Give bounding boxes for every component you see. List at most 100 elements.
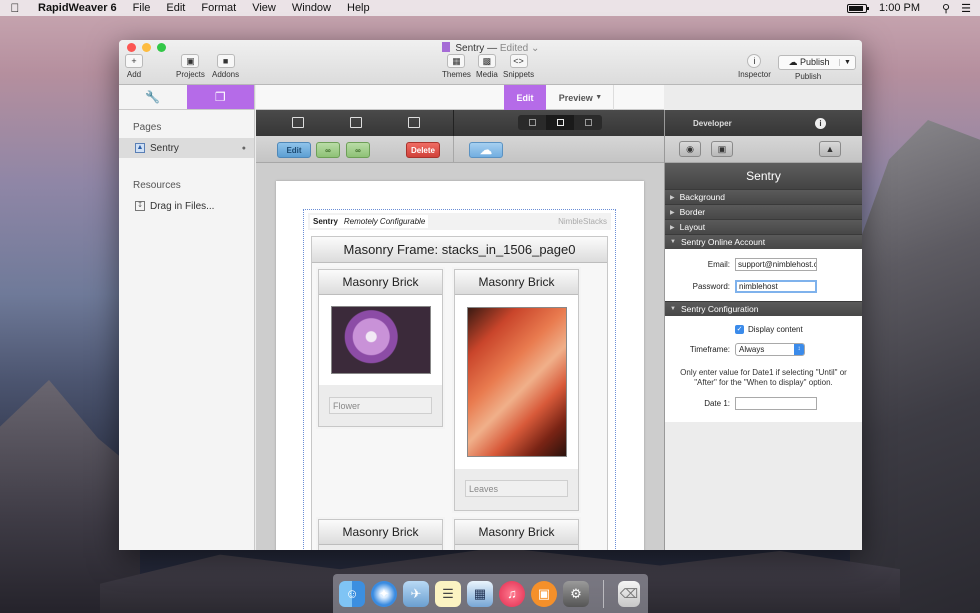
trash-icon[interactable]: ⌫ [618,580,640,607]
password-field[interactable]: nimblehost [735,279,817,293]
flower-image[interactable] [330,306,431,374]
menu-window[interactable]: Window [284,2,339,14]
inspector-title: Sentry [665,163,862,189]
window-titlebar: Sentry — Edited ⌄ + Add ▣ Projects ■ Add… [119,40,862,85]
mail-icon[interactable]: ✈ [403,580,429,607]
date-help-note: Only enter value for Date1 if selecting … [680,368,847,387]
preview-app-icon[interactable]: ▦ [467,580,493,607]
disclosure-right-icon: ▶ [670,194,675,201]
masonry-brick[interactable]: Masonry Brick Leaves [454,269,579,511]
pages-icon: ❐ [214,90,226,104]
itunes-icon[interactable]: ♫ [499,580,525,607]
brick-caption[interactable]: Leaves [465,480,568,497]
sentry-stack[interactable]: Sentry Remotely Configurable NimbleStack… [303,209,616,550]
view-mode-clean[interactable] [574,115,602,130]
disclosure-down-icon: ▼ [670,239,676,245]
eye-icon: ◉ [686,143,694,154]
menu-format[interactable]: Format [193,2,244,14]
editor-area: Edit Preview ▼ Edit ∞ ∞ Delete ☁ Sentry … [256,85,664,550]
clean-icon [584,119,592,126]
section-online-account[interactable]: ▼ Sentry Online Account [665,234,862,249]
battery-icon[interactable] [847,3,870,13]
menubar-clock[interactable]: 1:00 PM [879,2,920,14]
sidebar: 🔧 ❐ Pages ▲ Sentry ● Resources ↧ Drag in… [119,85,255,550]
image-icon[interactable] [408,117,420,128]
notification-center-icon[interactable]: ☰ [958,2,974,15]
themes-button[interactable]: ▦ Themes [442,54,471,79]
title-chevron-icon[interactable]: ⌄ [531,43,539,54]
document-status[interactable]: Edited [500,43,528,54]
date1-field[interactable] [735,396,817,410]
delete-stack-button[interactable]: Delete [406,142,440,158]
unlink-button[interactable]: ∞ [346,142,370,158]
menu-app[interactable]: RapidWeaver 6 [30,2,125,14]
view-mode-outline[interactable] [518,115,546,130]
layout-icon[interactable] [350,117,362,128]
date1-label: Date 1: [704,398,730,408]
cube-icon[interactable] [292,117,304,128]
safari-icon[interactable]: ✦ [371,580,397,607]
disclosure-down-icon: ▼ [670,306,676,312]
page-indicator-icon: ● [241,144,246,152]
leaves-image[interactable] [466,307,567,457]
addons-button[interactable]: ■ Addons [212,54,239,79]
lock-button[interactable]: ▣ [711,141,733,157]
export-button[interactable]: ▲ [819,141,841,157]
section-border[interactable]: ▶ Border [665,204,862,219]
cloud-icon: ☁ [788,57,798,67]
info-icon[interactable]: i [815,117,826,129]
eye-button[interactable]: ◉ [679,141,701,157]
section-background[interactable]: ▶ Background [665,189,862,204]
tab-edit[interactable]: Edit [504,85,546,110]
account-panel: Email: support@nimblehost.c Password: ni… [665,249,862,301]
masonry-brick[interactable]: Masonry Brick Flower [318,269,443,427]
finder-icon[interactable]: ☺ [339,580,365,607]
notes-icon[interactable]: ☰ [435,580,461,607]
add-button[interactable]: + Add [125,54,143,79]
inspector-button[interactable]: i Inspector [738,54,771,79]
menu-edit[interactable]: Edit [158,2,193,14]
link-button[interactable]: ∞ [316,142,340,158]
developer-tab[interactable]: Developer [693,119,732,128]
masonry-frame[interactable]: Masonry Frame: stacks_in_1506_page0 Maso… [311,236,608,550]
projects-button[interactable]: ▣ Projects [176,54,205,79]
apple-icon[interactable]:  [0,1,30,15]
email-field[interactable]: support@nimblehost.c [735,257,817,271]
system-preferences-icon[interactable]: ⚙ [563,580,589,607]
sidebar-tab-tools[interactable]: 🔧 [119,85,187,109]
media-button[interactable]: ▩ Media [476,54,498,79]
timeframe-select[interactable]: Always ↕ [735,342,805,356]
publish-button[interactable]: ☁ Publish ▼ [778,55,856,70]
menu-view[interactable]: View [244,2,284,14]
masonry-brick[interactable]: Masonry Brick [318,519,443,550]
timeframe-value: Always [739,344,765,354]
view-mode-normal[interactable] [546,115,574,130]
section-layout[interactable]: ▶ Layout [665,219,862,234]
snippets-button[interactable]: <> Snippets [503,54,534,79]
display-content-checkbox[interactable]: ✓ [735,324,744,334]
edit-stack-button[interactable]: Edit [277,142,311,158]
inspector-label: Inspector [738,70,771,79]
brick-caption[interactable]: Flower [329,397,432,414]
document-name: Sentry [455,43,485,54]
stack-vendor: NimbleStacks [558,217,607,226]
brick-image-area [455,295,578,469]
ibooks-icon[interactable]: ▣ [531,580,557,607]
menu-help[interactable]: Help [339,2,378,14]
publish-caption: Publish [795,72,822,81]
brick-title: Masonry Brick [319,520,442,545]
masonry-brick[interactable]: Masonry Brick [454,519,579,550]
toolbar-divider [453,110,454,136]
section-configuration[interactable]: ▼ Sentry Configuration [665,301,862,316]
sidebar-item-drag-files[interactable]: ↧ Drag in Files... [119,196,254,216]
normal-icon [556,119,564,126]
spotlight-search-icon[interactable]: ⚲ [938,2,954,15]
sidebar-tab-pages[interactable]: ❐ [186,85,254,109]
publish-dropdown-chevron-icon[interactable]: ▼ [839,59,855,66]
cloud-button[interactable]: ☁ [469,142,503,158]
menu-file[interactable]: File [125,2,159,14]
section-label: Sentry Configuration [680,304,759,314]
sidebar-item-sentry[interactable]: ▲ Sentry ● [119,138,254,158]
app-window: Sentry — Edited ⌄ + Add ▣ Projects ■ Add… [119,40,862,550]
tab-preview[interactable]: Preview ▼ [548,85,614,110]
